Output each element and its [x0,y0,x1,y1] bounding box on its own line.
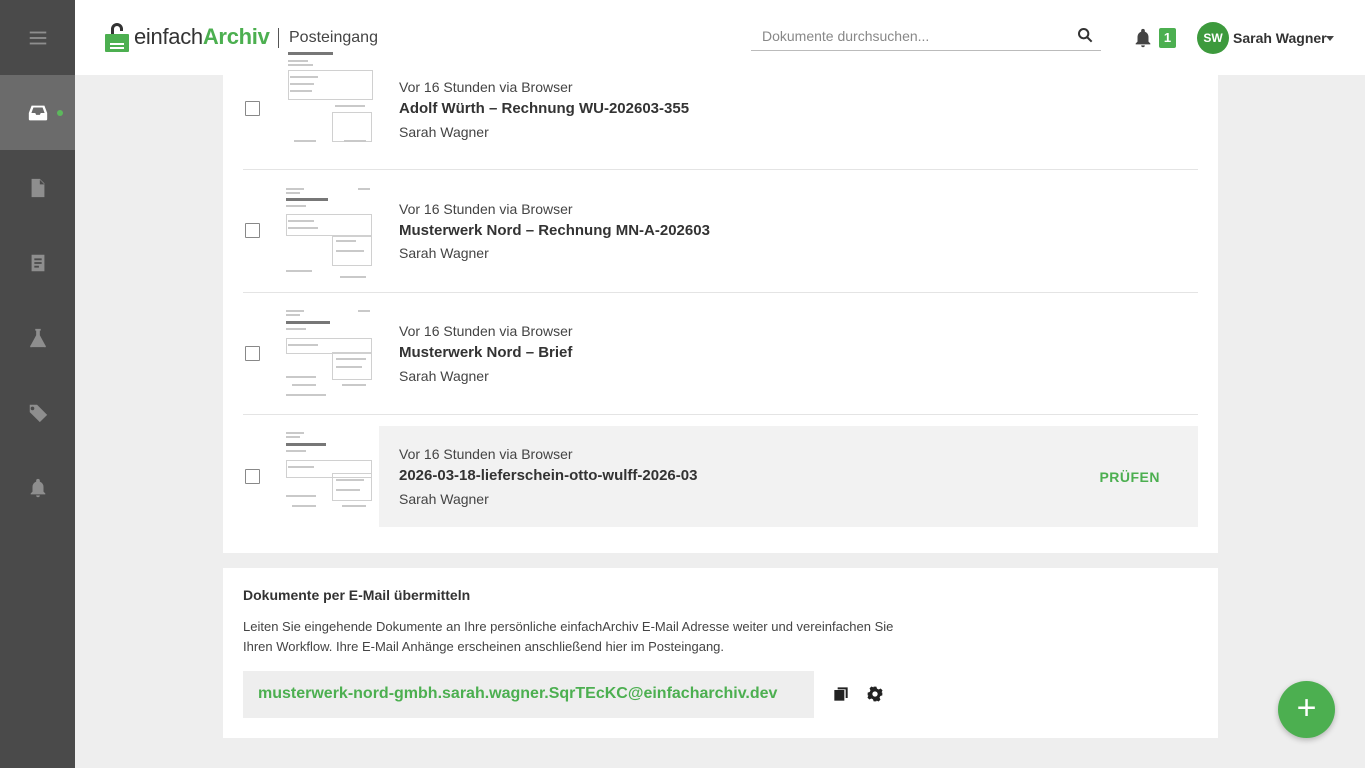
flask-icon [29,328,46,347]
sidebar-item-tags[interactable] [0,375,75,450]
logo-divider [278,28,279,48]
search-icon[interactable] [1077,27,1093,43]
sidebar-item-notifications[interactable] [0,450,75,525]
review-button[interactable]: PRÜFEN [1099,469,1160,485]
plus-icon: + [1296,689,1317,727]
select-checkbox[interactable] [245,223,260,238]
document-icon [31,178,44,197]
document-meta: Vor 16 Stunden via Browser [399,446,573,462]
lock-logo-icon [105,23,129,52]
document-meta: Vor 16 Stunden via Browser [399,79,573,95]
menu-icon [29,31,46,44]
list-item[interactable]: Vor 16 Stunden via Browser Adolf Würth –… [243,48,1198,170]
inbox-icon [28,105,47,120]
document-owner: Sarah Wagner [399,124,489,140]
add-document-button[interactable]: + [1278,681,1335,738]
sidebar [0,0,75,768]
document-thumbnail[interactable] [280,308,378,404]
document-title[interactable]: Adolf Würth – Rechnung WU-202603-355 [399,100,689,117]
chevron-down-icon[interactable] [1326,36,1334,41]
user-name[interactable]: Sarah Wagner [1233,30,1327,46]
document-owner: Sarah Wagner [399,368,489,384]
document-meta: Vor 16 Stunden via Browser [399,323,573,339]
document-owner: Sarah Wagner [399,491,489,507]
sidebar-item-lab[interactable] [0,300,75,375]
email-section-title: Dokumente per E-Mail übermitteln [243,587,471,603]
copy-icon[interactable] [833,686,849,702]
bell-icon[interactable] [1132,26,1154,50]
sidebar-item-inbox[interactable] [0,75,75,150]
email-upload-card: Dokumente per E-Mail übermitteln Leiten … [223,568,1218,738]
select-checkbox[interactable] [245,101,260,116]
sidebar-menu-toggle[interactable] [0,0,75,75]
email-address[interactable]: musterwerk-nord-gmbh.sarah.wagner.SqrTEc… [258,685,777,703]
search-bar [751,22,1101,51]
avatar[interactable]: SW [1197,22,1229,54]
document-thumbnail[interactable] [280,429,378,525]
logo-text: einfachArchiv [134,24,270,49]
page-title: Posteingang [289,29,378,46]
document-title[interactable]: Musterwerk Nord – Brief [399,344,572,361]
inbox-document-list: Vor 16 Stunden via Browser Adolf Würth –… [223,50,1218,553]
select-checkbox[interactable] [245,346,260,361]
bell-icon [30,478,45,497]
tag-icon [28,404,47,422]
document-title[interactable]: Musterwerk Nord – Rechnung MN-A-202603 [399,222,710,239]
active-indicator [57,110,63,116]
list-item[interactable]: Vor 16 Stunden via Browser 2026-03-18-li… [243,426,1198,527]
search-input[interactable] [751,22,1061,50]
select-checkbox[interactable] [245,469,260,484]
email-section-description: Leiten Sie eingehende Dokumente an Ihre … [243,619,894,654]
notification-count-badge[interactable]: 1 [1159,28,1176,48]
document-thumbnail[interactable] [280,186,378,282]
email-address-box[interactable]: musterwerk-nord-gmbh.sarah.wagner.SqrTEc… [243,671,814,718]
folder-icon [31,254,44,271]
document-thumbnail[interactable] [280,50,378,146]
document-meta: Vor 16 Stunden via Browser [399,201,573,217]
list-item[interactable]: Vor 16 Stunden via Browser Musterwerk No… [243,171,1198,293]
list-item[interactable]: Vor 16 Stunden via Browser Musterwerk No… [243,293,1198,415]
sidebar-item-folders[interactable] [0,225,75,300]
sidebar-item-documents[interactable] [0,150,75,225]
gear-icon[interactable] [867,686,883,702]
document-owner: Sarah Wagner [399,245,489,261]
document-title[interactable]: 2026-03-18-lieferschein-otto-wulff-2026-… [399,467,697,484]
